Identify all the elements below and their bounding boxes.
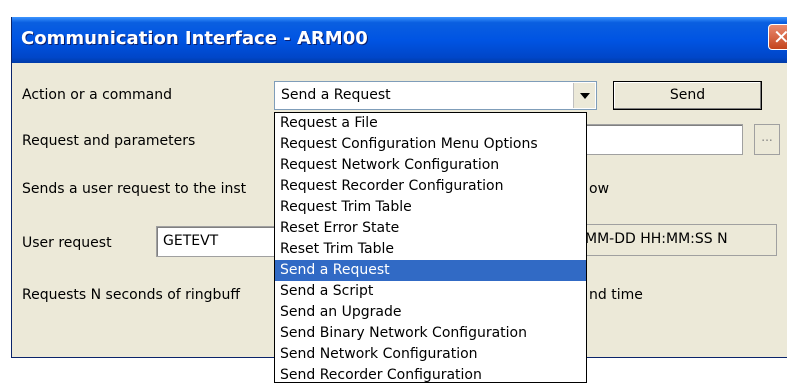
request-params-label: Request and parameters bbox=[22, 133, 196, 149]
chevron-down-icon[interactable] bbox=[573, 83, 595, 108]
description-text-right: ow bbox=[589, 181, 610, 197]
dropdown-item[interactable]: Reset Error State bbox=[275, 218, 586, 239]
dropdown-item[interactable]: Send Network Configuration bbox=[275, 344, 586, 365]
dropdown-item[interactable]: Send a Request bbox=[275, 260, 586, 281]
request-params-field[interactable] bbox=[572, 124, 743, 155]
dropdown-item[interactable]: Request a File bbox=[275, 113, 586, 134]
description-text-left: Sends a user request to the inst bbox=[22, 181, 247, 197]
dropdown-item[interactable]: Request Configuration Menu Options bbox=[275, 134, 586, 155]
title-bar[interactable]: Communication Interface - ARM00 ✕ bbox=[12, 17, 787, 63]
format-hint-field: MM-DD HH:MM:SS N bbox=[581, 224, 777, 256]
requests-desc-right: nd time bbox=[589, 287, 643, 303]
requests-desc-left: Requests N seconds of ringbuff bbox=[22, 287, 240, 303]
dropdown-item[interactable]: Send an Upgrade bbox=[275, 302, 586, 323]
action-combobox-value: Send a Request bbox=[281, 87, 391, 103]
send-button[interactable]: Send bbox=[613, 81, 762, 110]
dropdown-item[interactable]: Send Recorder Configuration bbox=[275, 365, 586, 382]
action-label: Action or a command bbox=[22, 87, 172, 103]
user-request-value: GETEVT bbox=[163, 233, 219, 249]
window-title: Communication Interface - ARM00 bbox=[21, 28, 368, 49]
format-hint-text: MM-DD HH:MM:SS N bbox=[585, 231, 728, 247]
user-request-label: User request bbox=[22, 235, 112, 251]
dropdown-item[interactable]: Send a Script bbox=[275, 281, 586, 302]
dropdown-item[interactable]: Request Recorder Configuration bbox=[275, 176, 586, 197]
dropdown-item[interactable]: Request Network Configuration bbox=[275, 155, 586, 176]
dropdown-item[interactable]: Request Trim Table bbox=[275, 197, 586, 218]
browse-button[interactable]: ... bbox=[754, 124, 780, 155]
dropdown-item[interactable]: Send Binary Network Configuration bbox=[275, 323, 586, 344]
action-combobox[interactable]: Send a Request bbox=[274, 81, 597, 110]
user-request-field[interactable]: GETEVT bbox=[156, 226, 286, 257]
close-icon[interactable]: ✕ bbox=[768, 24, 787, 50]
action-dropdown-list[interactable]: Request a File Request Configuration Menu… bbox=[274, 112, 587, 383]
dropdown-item[interactable]: Reset Trim Table bbox=[275, 239, 586, 260]
